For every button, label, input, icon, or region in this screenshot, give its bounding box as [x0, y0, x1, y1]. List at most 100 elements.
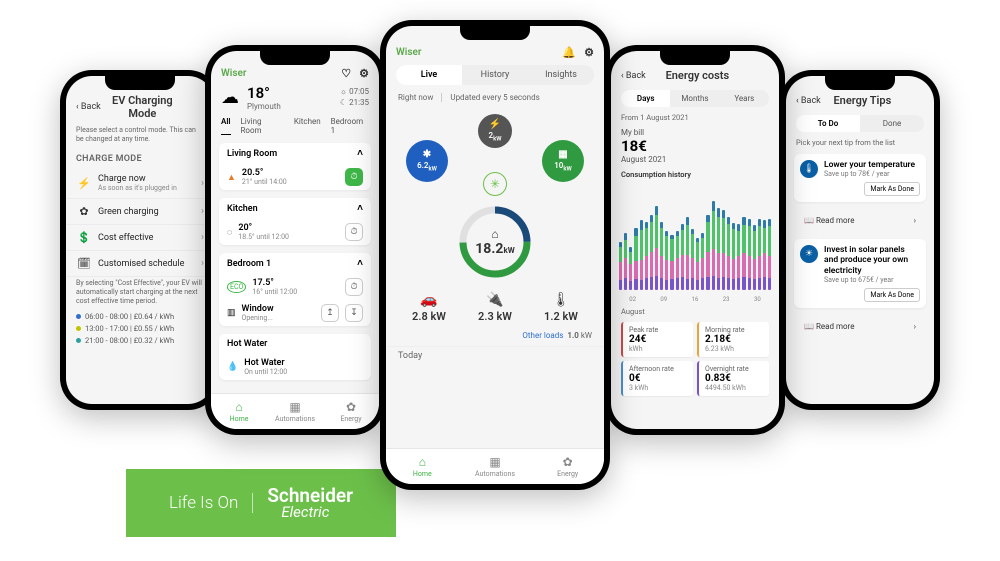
weather-widget: ☁ 18° Plymouth ☼ 07:05 ☾ 21:35: [211, 82, 379, 113]
seg-todo[interactable]: To Do: [796, 115, 860, 132]
nav-automations[interactable]: ▦Automations: [459, 449, 532, 484]
schneider-logo: Life Is On Schneider Electric: [126, 469, 396, 537]
tip-card-2[interactable]: ☀ Invest in solar panels and produce you…: [794, 239, 926, 308]
hub-icon: ✳: [483, 172, 507, 196]
hotwater-card[interactable]: Hot Water 💧 Hot Water On until 12:00: [219, 334, 371, 380]
back-button[interactable]: ‹ Back: [76, 102, 101, 112]
today-header: Today: [386, 346, 604, 365]
boost-button[interactable]: ⏱: [345, 278, 363, 296]
room-card-kitchen[interactable]: Kitchen˄ ◌ 20° 18.5° until 12:00 ⏱: [219, 198, 371, 245]
water-icon: 💧: [227, 362, 238, 372]
room-card-living[interactable]: Living Room˄ ▲ 20.5° 21° until 14:00 ⏱: [219, 143, 371, 190]
chart-bar: [737, 224, 740, 290]
chevron-up-icon[interactable]: ˄: [357, 148, 363, 159]
seg-days[interactable]: Days: [621, 90, 670, 107]
status-row: Right now Updated every 5 seconds: [386, 89, 604, 106]
back-button[interactable]: ‹ Back: [621, 71, 646, 81]
nav-energy[interactable]: ✿Energy: [323, 394, 379, 429]
pill-insights[interactable]: Insights: [528, 65, 594, 85]
chevron-up-icon[interactable]: ˄: [357, 258, 363, 269]
pill-history[interactable]: History: [462, 65, 528, 85]
home-icon: ⌂: [386, 455, 459, 469]
dot-icon: [76, 338, 81, 343]
grid-bubble: ⚡ 2kW: [478, 114, 512, 148]
nav-energy[interactable]: ✿Energy: [531, 449, 604, 484]
seg-months[interactable]: Months: [670, 90, 719, 107]
section-header: CHARGE MODE: [66, 150, 214, 168]
back-button[interactable]: ‹ Back: [796, 96, 821, 106]
tab-bedroom-1[interactable]: Bedroom 1: [331, 117, 369, 135]
bell-icon[interactable]: ♡: [341, 67, 351, 80]
mode-icon: 🗓: [76, 257, 92, 270]
mark-done-button[interactable]: Mark As Done: [864, 182, 920, 196]
x-tick: 02: [629, 296, 636, 303]
charge-mode-option[interactable]: ⚡ Charge nowAs soon as it's plugged in ›: [66, 168, 214, 199]
close-button[interactable]: ↧: [345, 304, 363, 322]
open-button[interactable]: ↥: [321, 304, 339, 322]
tip-card-1[interactable]: 🌡 Lower your temperature Save up to 78€ …: [794, 154, 926, 202]
phone-energy-costs: ‹ Back Energy costs Days Months Years Fr…: [605, 45, 785, 435]
chevron-right-icon: ›: [914, 322, 916, 331]
car-icon: 🚗: [412, 292, 446, 308]
tip-sub: Save up to 675€ / year: [824, 276, 920, 284]
from-label: From 1 August 2021: [611, 111, 779, 124]
rate-card: Peak rate24€kWh: [621, 322, 693, 357]
period-segment: Days Months Years: [621, 90, 769, 107]
chart-bar: [686, 217, 689, 290]
charge-mode-option[interactable]: 🗓 Customised schedule ›: [66, 251, 214, 277]
pill-live[interactable]: Live: [396, 65, 462, 85]
drop-icon: ◌: [227, 227, 232, 238]
chart-bar: [655, 206, 658, 290]
boost-button[interactable]: ⏱: [345, 223, 363, 241]
hw-sub: On until 12:00: [244, 368, 363, 376]
nav-home[interactable]: ⌂Home: [386, 449, 459, 484]
gear-icon[interactable]: ⚙: [584, 46, 594, 59]
status-updated: Updated every 5 seconds: [441, 93, 539, 102]
chart-bar: [665, 231, 668, 290]
chart-bar: [717, 208, 720, 290]
solar-bubble: ▦ 10kW: [542, 140, 584, 182]
chart-bar: [670, 235, 673, 290]
x-tick: 30: [754, 296, 761, 303]
view-pills: Live History Insights: [396, 65, 594, 85]
seg-done[interactable]: Done: [860, 115, 924, 132]
chart-bar: [722, 210, 725, 290]
tab-living-room[interactable]: Living Room: [241, 117, 284, 135]
schedule-item: 21:00 - 08:00 | £0.32 / kWh: [76, 336, 204, 345]
room-tabs: All Living Room Kitchen Bedroom 1: [211, 113, 379, 139]
rate-card: Morning rate2.18€6.23 kWh: [697, 322, 769, 357]
mark-done-button[interactable]: Mark As Done: [864, 288, 920, 302]
x-tick: 09: [660, 296, 667, 303]
nav-home[interactable]: ⌂Home: [211, 394, 267, 429]
other-loads-link[interactable]: Other loads: [522, 331, 563, 340]
home-icon: ⌂: [491, 227, 498, 241]
grid-icon: ▦: [459, 455, 532, 469]
hotwater-name: Hot Water: [227, 339, 267, 349]
room-card-bedroom[interactable]: Bedroom 1˄ ECO 17.5° 16° until 12:00 ⏱ ▥…: [219, 253, 371, 326]
seg-years[interactable]: Years: [720, 90, 769, 107]
tagline: Life Is On: [169, 493, 253, 513]
read-more-1[interactable]: 📖 Read more›: [794, 210, 926, 231]
charge-mode-option[interactable]: 💲 Cost effective ›: [66, 225, 214, 251]
wind-bubble: ✱ 6.2kW: [406, 140, 448, 182]
thermo-icon: 🌡: [544, 292, 578, 308]
metric-heat: 🌡1.2 kW: [544, 292, 578, 323]
tab-all[interactable]: All: [221, 117, 231, 135]
bell-icon[interactable]: 🔔: [562, 46, 576, 59]
leaf-icon: ✿: [323, 400, 379, 414]
read-more-2[interactable]: 📖 Read more›: [794, 316, 926, 337]
room-name: Kitchen: [227, 204, 258, 214]
bill-sub: August 2021: [621, 155, 769, 164]
chart-bar: [650, 215, 653, 290]
rate-card: Overnight rate0.83€4494.50 kWh: [697, 361, 769, 396]
chart-bar: [768, 219, 771, 290]
room-sub: 16° until 12:00: [252, 288, 339, 296]
page-title: Energy costs: [646, 69, 749, 82]
charge-mode-option[interactable]: ✿ Green charging ›: [66, 199, 214, 225]
tab-kitchen[interactable]: Kitchen: [294, 117, 321, 135]
page-title: Energy Tips: [821, 94, 904, 107]
boost-button[interactable]: ⏱: [345, 168, 363, 186]
gear-icon[interactable]: ⚙: [359, 67, 369, 80]
nav-automations[interactable]: ▦Automations: [267, 394, 323, 429]
chevron-up-icon[interactable]: ˄: [357, 203, 363, 214]
